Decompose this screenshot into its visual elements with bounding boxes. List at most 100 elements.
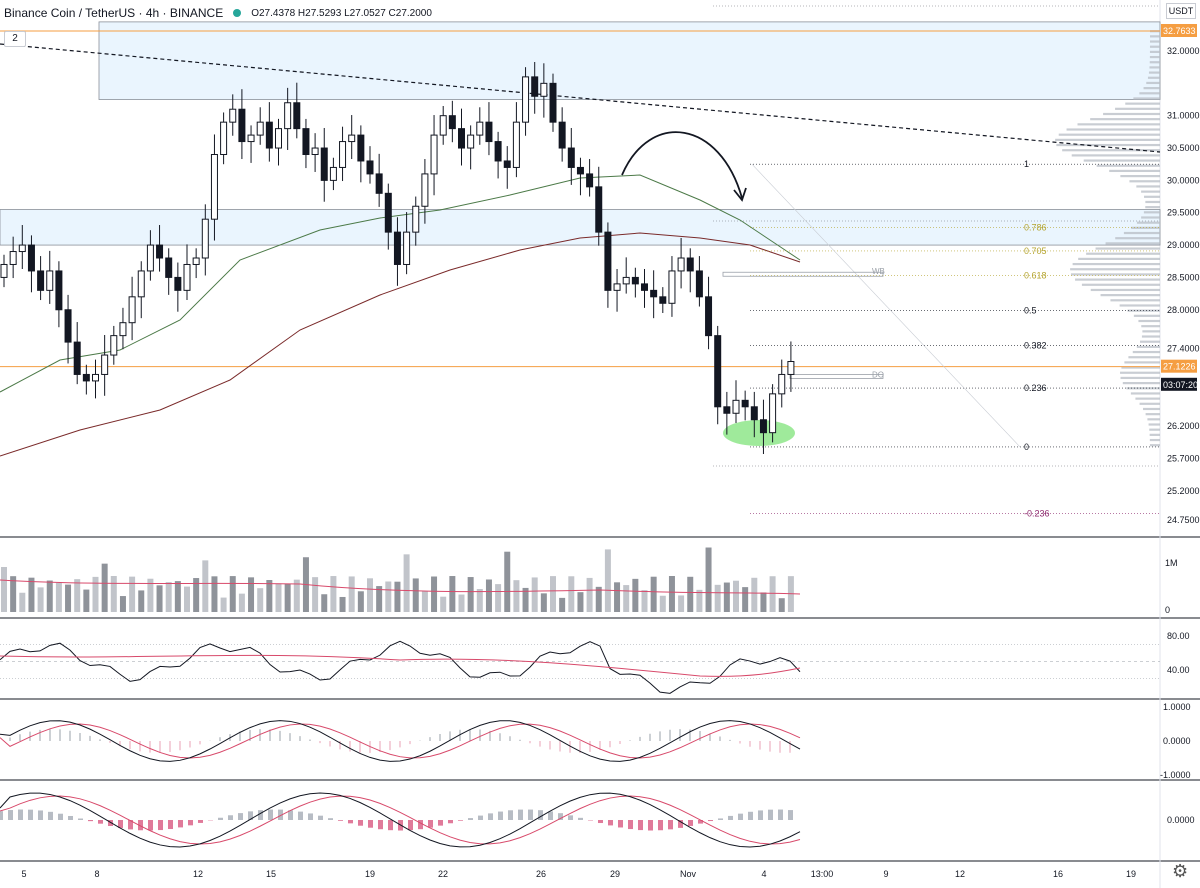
fib-label: 0.618 [1024,270,1047,280]
osc-histogram-bar [388,820,393,831]
candle-body [503,160,511,168]
candle-body [531,76,539,97]
osc-histogram-bar [68,815,73,820]
price-tick-label: 28.0000 [1167,305,1200,315]
osc-histogram-bar [418,820,423,830]
osc-histogram-bar [178,820,183,828]
volume-axis-label: 0 [1165,605,1170,615]
candle-body [329,166,337,181]
price-tick-label: 27.4000 [1167,344,1200,354]
volume-bar [550,576,556,612]
osc-histogram-bar [188,820,193,826]
volume-bar [559,597,566,612]
chart-canvas[interactable]: 1 0.786 0.705 0.618 0.5 0.382 0.236 0 -0.236 WB DO… [0,0,1200,888]
volume-profile-bar [1149,61,1160,64]
volume-profile-bar [1145,206,1160,209]
price-tick-label: 30.0000 [1167,175,1200,185]
volume-bar [257,588,264,612]
volume-profile-bar [1149,444,1160,447]
osc-histogram-bar [648,820,653,831]
volume-profile-bar [1115,107,1160,110]
volume-profile-bar [1081,283,1160,286]
osc-histogram-bar [168,820,173,830]
volume-profile-bar [1133,97,1160,100]
candle-body [759,419,767,434]
volume-bar [696,589,703,612]
volume-bar [440,596,447,612]
volume-profile-bar [1142,330,1160,333]
candle-body [9,251,17,265]
osc-histogram-bar [478,815,483,820]
volume-bar [119,596,126,612]
time-axis-label: Nov [680,869,697,879]
volume-profile-bar [1119,304,1160,307]
candle-body [375,173,383,194]
volume-profile-bar [1135,397,1160,400]
candle-body [659,296,667,304]
price-tick-label: 25.2000 [1167,486,1200,496]
candle-body [458,128,465,149]
volume-profile-bar [1055,138,1160,141]
indicator-count-badge[interactable]: 2 [4,31,26,47]
currency-label[interactable]: USDT [1166,3,1196,19]
candle-body [27,244,35,272]
osc-histogram-bar [708,820,713,822]
volume-profile-bar [1139,402,1160,405]
volume-profile-bar [1120,371,1160,374]
candle-body [695,270,703,298]
volume-profile-bar [1095,247,1160,250]
volume-bar [403,554,410,612]
candle-body [540,82,548,97]
volume-bar [751,577,758,612]
time-axis-label: 4 [761,869,766,879]
candle-body [311,147,319,156]
volume-profile-bar [1075,278,1160,281]
osc-histogram-bar [158,820,163,831]
volume-profile-bar [1149,35,1160,38]
volume-bar [778,598,785,612]
volume-profile-bar [1115,237,1160,240]
volume-profile-bar [1148,423,1160,426]
candle-body [732,399,740,414]
candle-body [92,373,99,382]
volume-profile-bar [1103,112,1160,116]
osc-histogram-bar [518,809,523,820]
candle-body [46,270,54,291]
candle-body [64,309,72,343]
candle-body [73,341,81,375]
price-marker-label: 03:07:20 [1163,380,1198,390]
volume-bar [46,580,53,612]
volume-bar [330,576,337,612]
osc-histogram-bar [628,820,633,830]
volume-bar [476,589,483,612]
osc-histogram-bar [548,811,553,820]
candle-body [37,270,45,291]
volume-bar [449,576,456,612]
volume-bar [211,576,218,612]
market-status-dot [233,9,242,17]
volume-bar [614,582,621,612]
gear-icon[interactable]: ⚙ [1172,862,1188,880]
price-tick-label: 28.5000 [1167,272,1200,282]
volume-bar [19,592,26,612]
osc-histogram-bar [318,815,323,820]
volume-bar [357,591,364,612]
volume-profile-bar [1143,211,1160,214]
osc-histogram-bar [758,810,763,820]
volume-profile-bar [1100,294,1160,297]
candle-body [421,173,429,207]
volume-profile-bar [1066,128,1160,131]
candle-body [366,160,374,175]
candle-body [595,186,603,233]
volume-bar [129,576,136,612]
volume-bar [687,576,694,612]
candle-body [229,108,237,123]
time-axis-label: 22 [438,869,448,879]
osc-histogram-bar [198,820,203,823]
volume-bar [568,576,575,612]
volume-profile-bar [1149,40,1160,43]
osc-histogram-bar [78,818,83,820]
candle-body [787,361,795,375]
volume-profile-bar [1056,143,1160,147]
price-tick-label: 32.0000 [1167,46,1200,56]
